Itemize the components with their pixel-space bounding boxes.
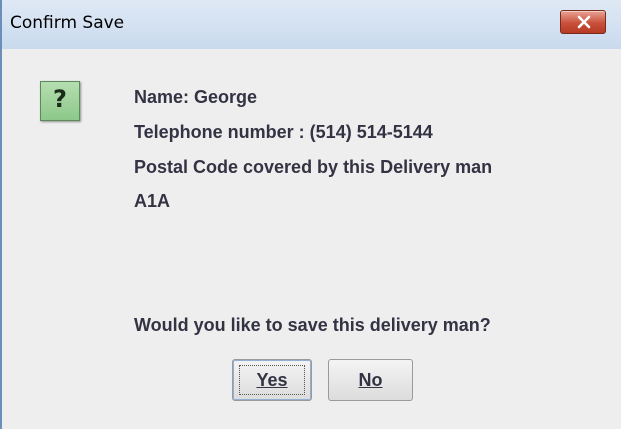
title-bar[interactable]: Confirm Save <box>2 0 621 49</box>
name-line: Name: George <box>134 87 258 107</box>
close-icon <box>577 15 591 29</box>
no-button-label: No <box>358 370 383 390</box>
dialog-content: ? Name: George Telephone number : (514) … <box>2 49 621 429</box>
postal-code-value: A1A <box>134 191 171 211</box>
question-icon: ? <box>40 81 80 121</box>
confirm-question: Would you like to save this delivery man… <box>134 315 491 335</box>
no-button[interactable]: No <box>328 359 413 401</box>
yes-button-label: Yes <box>256 370 288 390</box>
telephone-line: Telephone number : (514) 514-5144 <box>134 122 433 142</box>
close-button[interactable] <box>560 10 606 34</box>
yes-button[interactable]: Yes <box>232 359 312 401</box>
confirm-save-dialog: Confirm Save ? Name: George Telephone nu… <box>0 0 621 429</box>
postal-code-label: Postal Code covered by this Delivery man <box>134 157 493 177</box>
window-title: Confirm Save <box>10 13 125 33</box>
question-glyph: ? <box>53 85 67 113</box>
